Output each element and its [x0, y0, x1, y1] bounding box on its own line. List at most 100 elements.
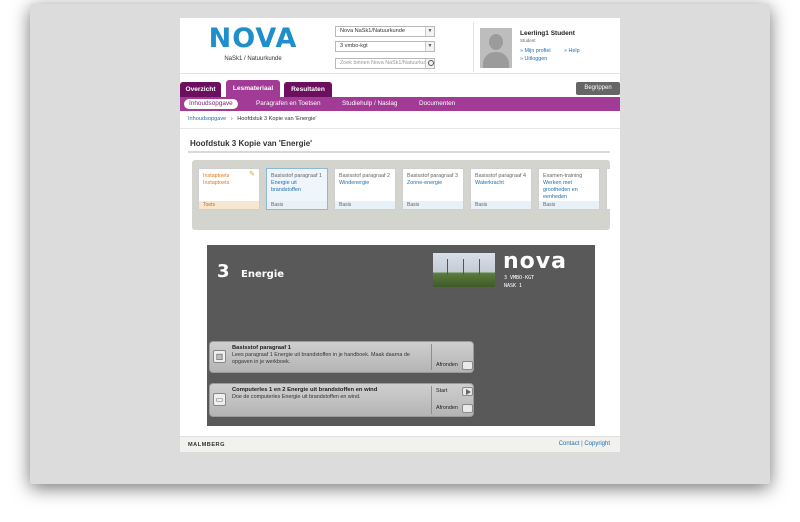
book-icon: ▥	[213, 350, 226, 363]
card-title: Instaptoets	[203, 180, 230, 186]
chapter-number: 3	[217, 261, 230, 282]
chapter-name: Energie	[241, 269, 285, 280]
banner-level: 3 VMBO-KGT	[504, 275, 535, 281]
footer-separator: |	[581, 441, 583, 447]
card-subtitle: Basisstof paragraaf 3	[407, 173, 458, 179]
user-role: Student	[520, 38, 536, 43]
task-computerles: ▭ Computerles 1 en 2 Energie uit brandst…	[209, 383, 474, 417]
logout-link[interactable]: » Uitloggen	[520, 56, 547, 62]
search-input[interactable]: Zoek binnen Nova NaSk1/Natuurkunde	[335, 58, 435, 69]
subtab-documenten[interactable]: Documenten	[419, 99, 455, 109]
card-title: Waterkracht	[475, 180, 504, 186]
card-subtitle: Instaptoets	[203, 173, 230, 179]
search-placeholder: Zoek binnen Nova NaSk1/Natuurkunde	[340, 60, 434, 66]
copyright-link[interactable]: Copyright	[584, 441, 610, 447]
chevron-down-icon: ▼	[425, 42, 434, 51]
start-label: Start	[436, 388, 448, 394]
tab-lesmateriaal[interactable]: Lesmateriaal	[226, 80, 280, 97]
card-subtitle: Basisstof paragraaf 4	[475, 173, 526, 179]
subtab-studiehulp[interactable]: Studiehulp / Naslag	[342, 99, 397, 109]
tab-resultaten[interactable]: Resultaten	[284, 82, 332, 97]
page: NOVA NaSk1 / Natuurkunde Nova NaSk1/Natu…	[180, 18, 620, 452]
banner-brand: nova	[503, 249, 567, 274]
malmberg-logo: MALMBERG	[188, 442, 225, 448]
task-title: Computerles 1 en 2 Energie uit brandstof…	[232, 387, 378, 393]
card-instaptoets[interactable]: ✎ Instaptoets Instaptoets Toets	[198, 168, 260, 210]
logo-text: NOVA	[208, 23, 298, 54]
breadcrumb-root[interactable]: Inhoudsopgave	[188, 116, 226, 122]
subnav: Inhoudsopgave Paragrafen en Toetsen Stud…	[180, 97, 620, 111]
task-basisstof-1: ▥ Basisstof paragraaf 1 Lees paragraaf 1…	[209, 341, 474, 373]
pencil-icon: ✎	[249, 171, 255, 178]
card-footer: Basis	[539, 201, 599, 209]
begrippen-button[interactable]: Begrippen	[576, 82, 620, 95]
task-description: Doe de computerles Energie uit brandstof…	[232, 394, 361, 400]
afronden-label: Afronden	[436, 405, 458, 411]
footer: MALMBERG Contact | Copyright	[180, 436, 620, 452]
afronden-label: Afronden	[436, 362, 458, 368]
photo-pole	[479, 259, 480, 275]
card-paragraaf-3[interactable]: Basisstof paragraaf 3 Zonne-energie Basi…	[402, 168, 464, 210]
footer-links: Contact | Copyright	[559, 441, 610, 447]
breadcrumb: Inhoudsopgave › Hoofdstuk 3 Kopie van 'E…	[188, 116, 317, 122]
card-title: Energie uit brandstoffen	[271, 180, 301, 193]
photo-pole	[463, 259, 464, 275]
card-footer: Basis	[267, 201, 327, 209]
method-select[interactable]: Nova NaSk1/Natuurkunde ▼	[335, 26, 435, 37]
method-select-value: Nova NaSk1/Natuurkunde	[340, 28, 405, 34]
chapter-photo	[433, 253, 495, 287]
start-play-button[interactable]	[462, 387, 473, 396]
card-title: Werken met grootheden en eenheden	[543, 180, 578, 200]
subtab-paragrafen[interactable]: Paragrafen en Toetsen	[256, 99, 321, 109]
contact-link[interactable]: Contact	[559, 441, 580, 447]
card-subtitle: Basisstof paragraaf 1	[271, 173, 322, 179]
divider	[180, 128, 620, 129]
card-subtitle: Examen-training	[543, 173, 583, 179]
task-separator	[431, 344, 432, 370]
card-title: Windenergie	[339, 180, 370, 186]
paragraph-strip: ✎ Instaptoets Instaptoets Toets Basissto…	[192, 160, 610, 230]
card-title: Zonne-energie	[407, 180, 443, 186]
my-profile-link[interactable]: » Mijn profiel	[520, 48, 551, 54]
chevron-down-icon: ▼	[425, 27, 434, 36]
breadcrumb-separator: ›	[230, 116, 233, 122]
card-next-partial[interactable]	[606, 168, 610, 210]
subtab-inhoudsopgave[interactable]: Inhoudsopgave	[184, 99, 238, 109]
banner-course: NASK 1	[504, 283, 523, 289]
nova-logo[interactable]: NOVA NaSk1 / Natuurkunde	[208, 24, 298, 68]
browser-window: NOVA NaSk1 / Natuurkunde Nova NaSk1/Natu…	[30, 4, 770, 484]
card-examentraining[interactable]: Examen-training Werken met grootheden en…	[538, 168, 600, 210]
card-footer: Toets	[199, 201, 259, 209]
card-footer: Basis	[403, 201, 463, 209]
card-paragraaf-1[interactable]: Basisstof paragraaf 1 Energie uit brands…	[266, 168, 328, 210]
card-subtitle: Basisstof paragraaf 2	[339, 173, 390, 179]
user-profile: Leerling1 Student Student » Mijn profiel…	[473, 22, 620, 72]
title-underline	[188, 151, 610, 153]
selector-column: Nova NaSk1/Natuurkunde ▼ 3 vmbo-kgt ▼ Zo…	[335, 26, 435, 69]
photo-pole	[447, 259, 448, 275]
search-icon[interactable]	[425, 59, 434, 68]
afronden-button[interactable]	[462, 404, 473, 413]
avatar-head	[489, 34, 503, 50]
avatar	[480, 28, 512, 68]
avatar-body	[483, 52, 509, 68]
level-select[interactable]: 3 vmbo-kgt ▼	[335, 41, 435, 52]
card-paragraaf-4[interactable]: Basisstof paragraaf 4 Waterkracht Basis	[470, 168, 532, 210]
help-link[interactable]: » Help	[564, 48, 580, 54]
page-title: Hoofdstuk 3 Kopie van 'Energie'	[190, 139, 313, 148]
level-select-value: 3 vmbo-kgt	[340, 43, 368, 49]
breadcrumb-current: Hoofdstuk 3 Kopie van 'Energie'	[237, 116, 317, 122]
afronden-button[interactable]	[462, 361, 473, 370]
card-paragraaf-2[interactable]: Basisstof paragraaf 2 Windenergie Basis	[334, 168, 396, 210]
header: NOVA NaSk1 / Natuurkunde Nova NaSk1/Natu…	[180, 18, 620, 74]
task-separator	[431, 386, 432, 414]
logo-subtitle: NaSk1 / Natuurkunde	[224, 56, 282, 62]
card-footer: Basis	[335, 201, 395, 209]
task-title: Basisstof paragraaf 1	[232, 345, 291, 351]
computer-icon: ▭	[213, 393, 226, 406]
task-description: Lees paragraaf 1 Energie uit brandstoffe…	[232, 352, 410, 365]
tab-overzicht[interactable]: Overzicht	[180, 82, 221, 97]
chapter-banner: 3 Energie nova 3 VMBO-KGT NASK 1 ▥ Basis…	[207, 245, 595, 426]
card-footer: Basis	[471, 201, 531, 209]
user-name: Leerling1 Student	[520, 30, 575, 37]
